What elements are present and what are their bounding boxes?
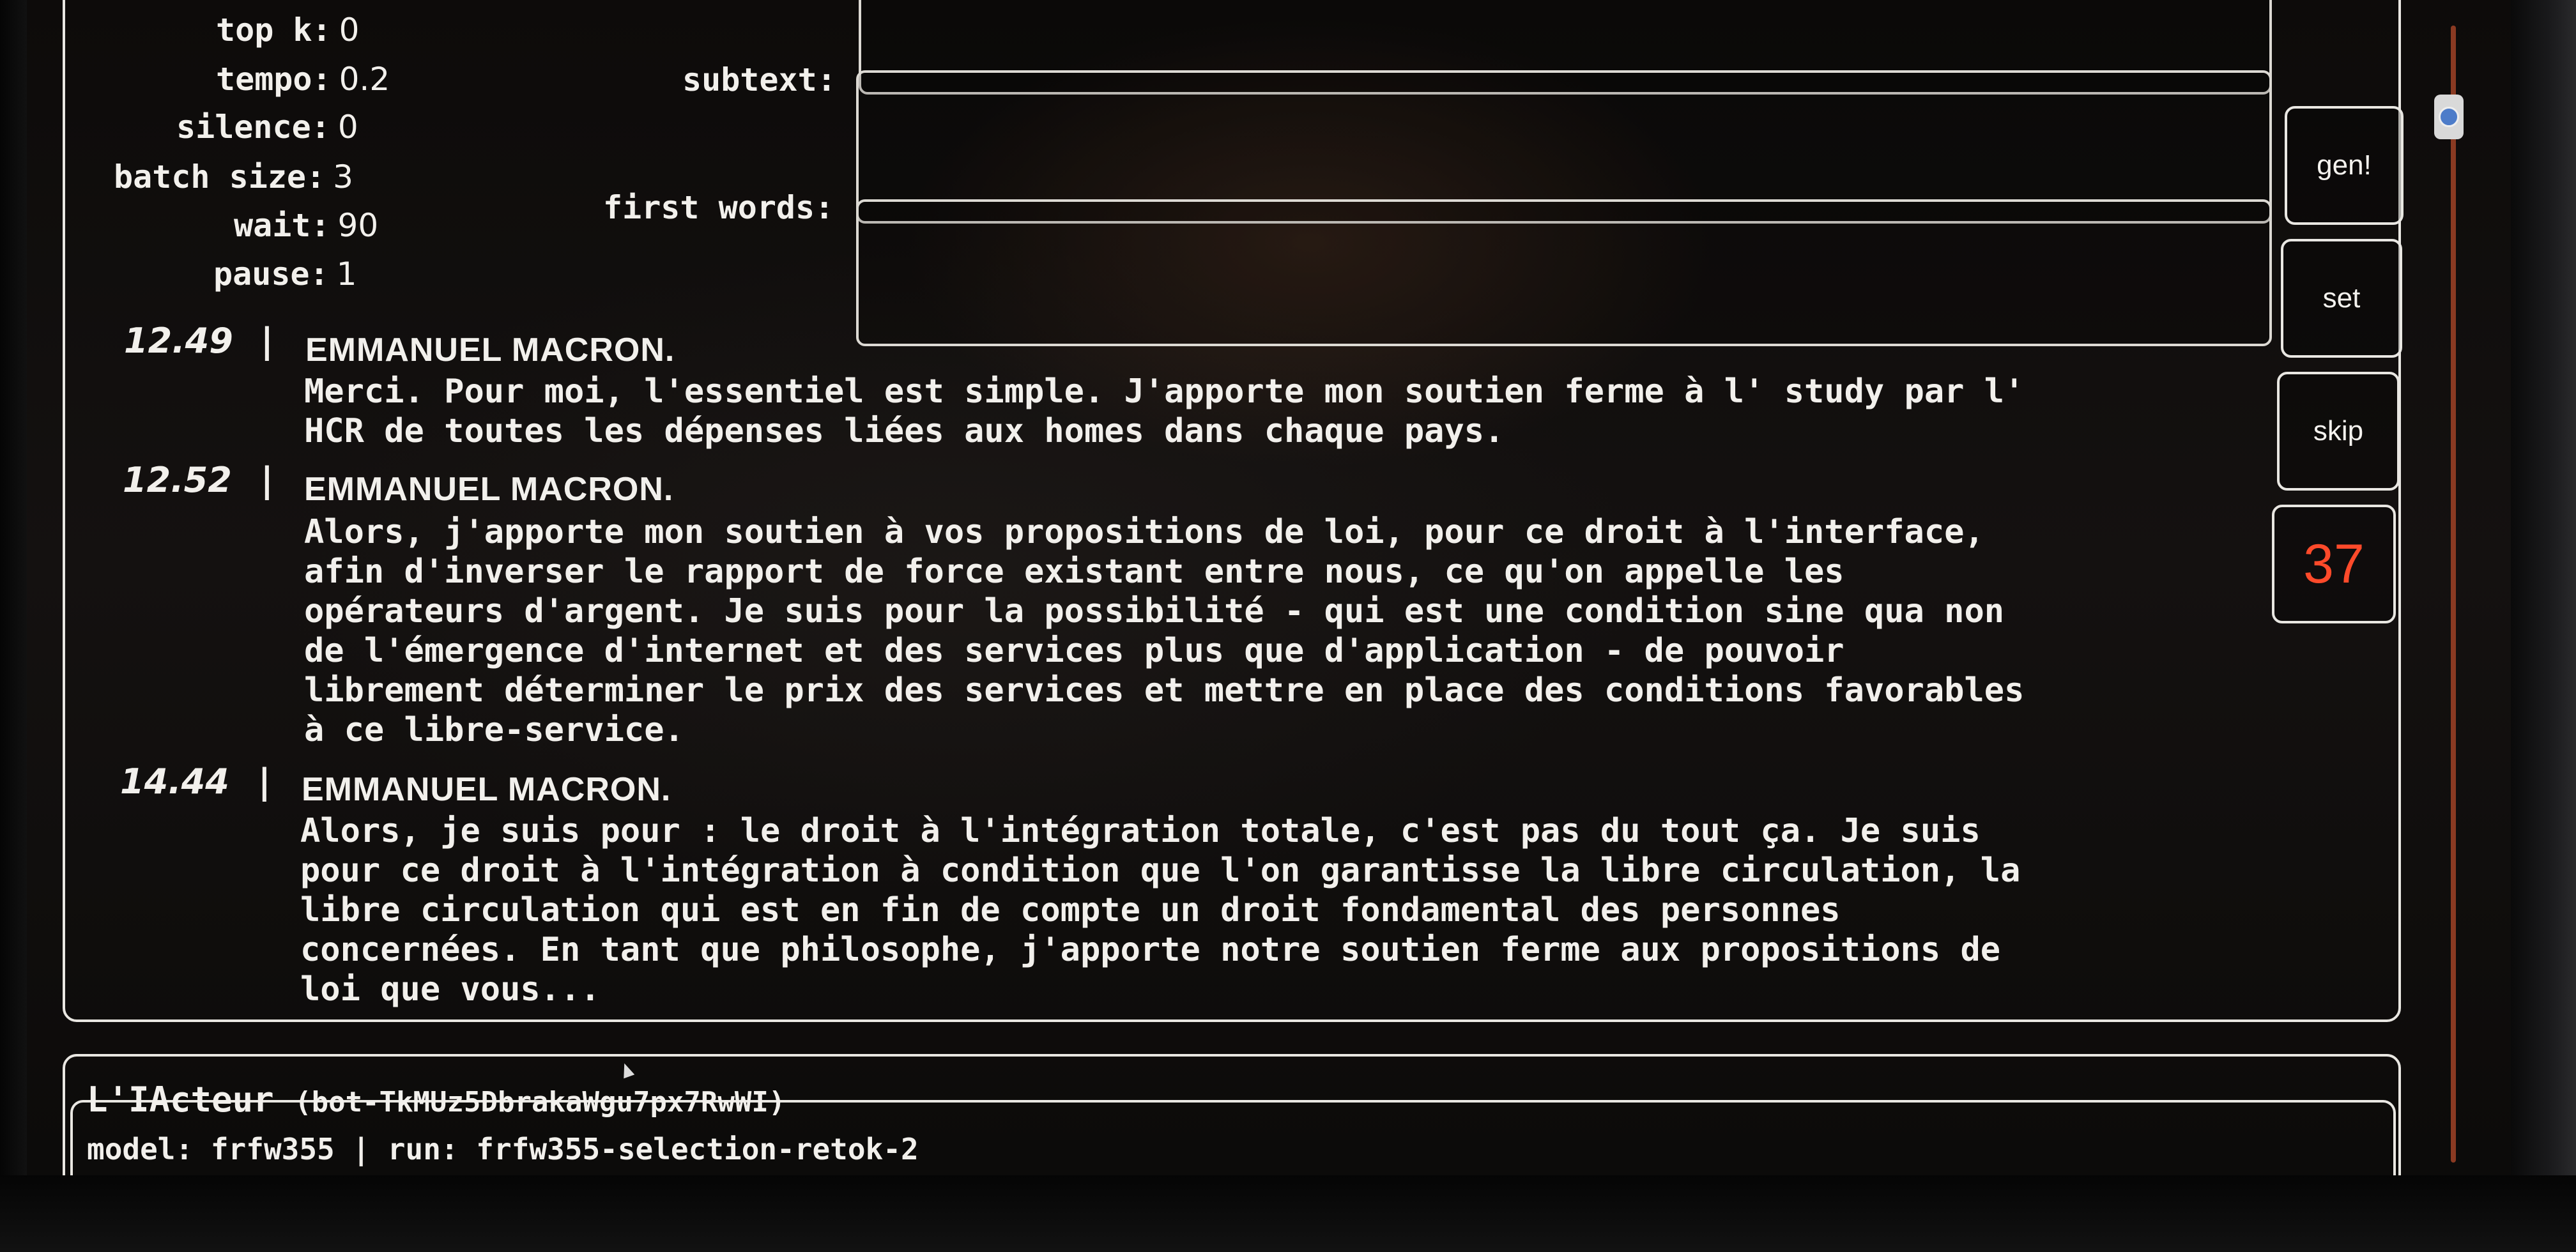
setting-value[interactable]: 0	[339, 11, 360, 49]
counter-value: 37	[2303, 533, 2365, 595]
bot-name: L'IActeur	[87, 1080, 274, 1120]
setting-wait: wait: 90	[234, 207, 378, 244]
setting-batch-size: batch size: 3	[114, 158, 353, 195]
gen-button[interactable]: gen!	[2285, 106, 2404, 225]
bot-model-info: model: frfw355 | run: frfw355-selection-…	[87, 1132, 919, 1166]
setting-value[interactable]: 0	[338, 109, 358, 146]
setting-value[interactable]: 3	[333, 158, 353, 195]
monitor-bezel-left	[0, 0, 27, 1252]
setting-label: batch size:	[114, 158, 326, 195]
setting-value[interactable]: 0.2	[339, 61, 390, 98]
bot-id: (bot-TkMUz5DbrakaWgu7px7RwWI)	[295, 1086, 786, 1118]
monitor-bezel-bottom	[0, 1175, 2576, 1252]
entry-speaker: EMMANUEL MACRON.	[305, 332, 675, 369]
counter-box: 37	[2272, 505, 2396, 623]
first-words-label: first words:	[603, 189, 834, 226]
setting-tempo: tempo: 0.2	[216, 61, 390, 98]
monitor-bezel-right	[2511, 0, 2576, 1252]
setting-top-k: top k: 0	[216, 11, 359, 49]
entry-text: Merci. Pour moi, l'essentiel est simple.…	[304, 372, 2025, 450]
setting-label: pause:	[213, 256, 329, 293]
scroll-handle-icon	[2439, 107, 2459, 127]
scrollbar-handle[interactable]	[2434, 95, 2464, 139]
entry-speaker: EMMANUEL MACRON.	[304, 471, 674, 508]
setting-label: tempo:	[216, 61, 332, 98]
setting-silence: silence: 0	[176, 109, 358, 146]
entry-separator: |	[258, 761, 271, 802]
subtext-label: subtext:	[682, 61, 836, 98]
setting-label: top k:	[216, 11, 332, 49]
setting-label: wait:	[234, 207, 330, 244]
entry-speaker: EMMANUEL MACRON.	[302, 771, 671, 808]
scrollbar-track[interactable]	[2451, 26, 2456, 1163]
entry-text: Alors, je suis pour : le droit à l'intég…	[300, 812, 2021, 1009]
setting-value[interactable]: 1	[337, 256, 357, 293]
setting-pause: pause: 1	[213, 256, 356, 293]
set-button[interactable]: set	[2281, 239, 2402, 358]
entry-timestamp: 12.49	[124, 321, 233, 361]
entry-separator: |	[261, 460, 273, 500]
setting-label: silence:	[176, 109, 330, 146]
entry-timestamp: 14.44	[120, 761, 229, 802]
entry-separator: |	[261, 321, 273, 361]
setting-value[interactable]: 90	[338, 207, 379, 244]
bot-title: L'IActeur (bot-TkMUz5DbrakaWgu7px7RwWI)	[87, 1080, 785, 1120]
skip-button[interactable]: skip	[2277, 372, 2400, 491]
first-words-textbox[interactable]	[856, 199, 2272, 346]
entry-timestamp: 12.52	[123, 460, 232, 500]
entry-text: Alors, j'apporte mon soutien à vos propo…	[304, 513, 2025, 749]
